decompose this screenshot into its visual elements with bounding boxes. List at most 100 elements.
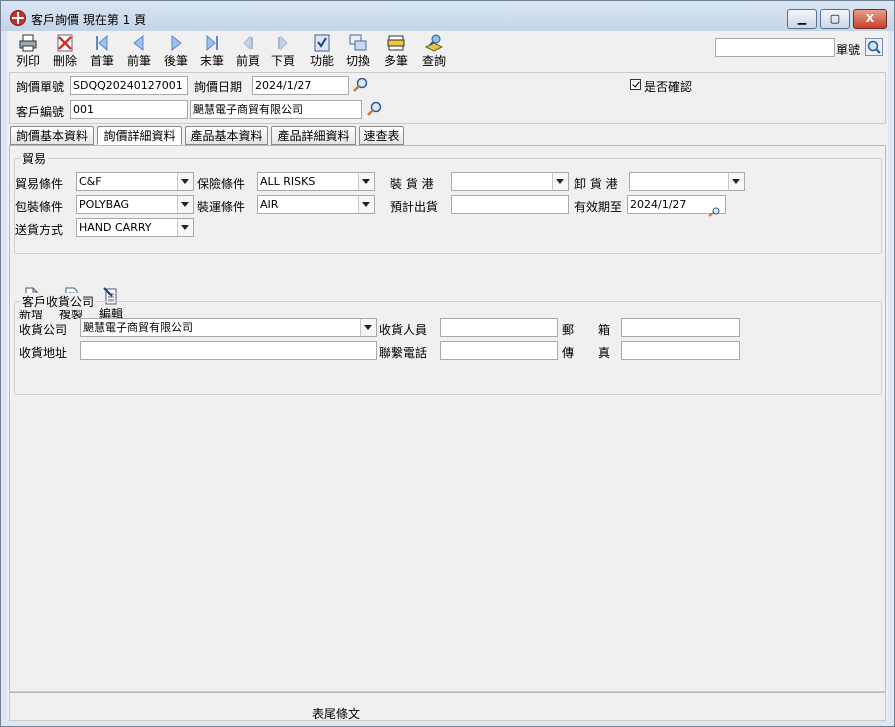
tab-quote-basic[interactable]: 詢價基本資料 [10,126,94,145]
title-bar: 客戶詢價 現在第 1 頁 ▁ ▢ X [1,1,894,31]
quote-date-label: 詢價日期 [194,80,243,94]
chevron-down-icon [177,173,193,190]
mailbox-field[interactable] [621,318,740,337]
insurance-value: ALL RISKS [260,175,316,188]
consignee-address-field[interactable] [80,341,377,360]
query-label: 查詢 [421,54,446,68]
chevron-down-icon [177,219,193,236]
print-button[interactable]: 列印 [11,33,45,71]
packing-select[interactable]: POLYBAG [76,195,194,214]
tab-quote-detail[interactable]: 詢價詳細資料 [97,126,182,145]
delivery-select[interactable]: HAND CARRY [76,218,194,237]
customer-no-label: 客戶編號 [16,105,65,119]
next-page-button[interactable]: 下頁 [266,33,300,71]
packing-value: POLYBAG [79,198,130,211]
switch-label: 切換 [345,54,370,68]
last-record-icon [206,34,218,52]
customer-lookup-icon[interactable] [366,100,384,118]
prev-record-icon [133,34,144,52]
next-page-icon [278,35,288,51]
next-label: 後筆 [163,54,188,68]
customer-no-field[interactable]: 001 [70,100,188,119]
minimize-button[interactable]: ▁ [787,9,817,29]
toolbar: 列印 刪除 首筆 前筆 後筆 末筆 前頁 下頁 功能 切換 多筆 查詢 單號 [7,31,888,71]
switch-icon [349,34,367,51]
next-page-label: 下頁 [270,54,295,68]
fax-field[interactable] [621,341,740,360]
delete-icon [57,34,73,52]
chevron-down-icon [177,196,193,213]
tab-product-detail[interactable]: 產品詳細資料 [271,126,356,145]
receiver-field[interactable] [440,318,558,337]
query-button[interactable]: 查詢 [417,33,451,71]
function-icon [314,34,330,52]
consignee-group-title: 客戶收貨公司 [20,293,97,310]
order-search-input[interactable] [715,38,835,57]
client-area: 列印 刪除 首筆 前筆 後筆 末筆 前頁 下頁 功能 切換 多筆 查詢 單號 詢… [7,31,888,721]
function-button[interactable]: 功能 [305,33,339,71]
order-search-label: 單號 [836,43,861,57]
multi-record-icon [387,35,405,51]
consignee-company-label: 收貨公司 [19,323,68,337]
tab-content: 貿易 貿易條件 C&F 保險條件 ALL RISKS 裝 貨 港 卸 貨 港 包… [9,145,886,693]
function-label: 功能 [309,54,334,68]
delivery-label: 送貨方式 [15,223,64,237]
last-button[interactable]: 末筆 [195,33,229,71]
valid-until-label: 有效期至 [574,200,623,214]
query-icon [424,34,444,52]
consignee-company-select[interactable]: 颶慧電子商貿有限公司 [80,318,377,337]
switch-button[interactable]: 切換 [341,33,375,71]
consignee-address-label: 收貨地址 [19,346,68,360]
receiver-label: 收貨人員 [379,323,428,337]
tab-quick-lookup[interactable]: 速查表 [359,126,404,145]
delete-button[interactable]: 刪除 [48,33,82,71]
customer-name-field[interactable]: 颶慧電子商貿有限公司 [190,100,362,119]
maximize-button[interactable]: ▢ [820,9,850,29]
window-title: 客戶詢價 現在第 1 頁 [31,13,147,27]
app-window: 客戶詢價 現在第 1 頁 ▁ ▢ X 列印 刪除 首筆 前筆 後筆 末筆 前頁 … [0,0,895,727]
quote-no-label: 詢價單號 [16,80,65,94]
prev-page-label: 前頁 [235,54,260,68]
print-label: 列印 [15,54,40,68]
multi-button[interactable]: 多筆 [379,33,413,71]
date-picker-icon[interactable] [707,207,721,217]
next-button[interactable]: 後筆 [159,33,193,71]
prev-button[interactable]: 前筆 [122,33,156,71]
mailbox-label: 郵 箱 [562,323,611,337]
delete-label: 刪除 [52,54,77,68]
date-lookup-icon[interactable] [352,76,370,94]
unload-port-select[interactable] [629,172,745,191]
first-button[interactable]: 首筆 [85,33,119,71]
load-port-select[interactable] [451,172,569,191]
tab-product-basic[interactable]: 產品基本資料 [185,126,268,145]
prev-page-button[interactable]: 前頁 [231,33,265,71]
chevron-down-icon [358,196,374,213]
quote-date-field[interactable]: 2024/1/27 [252,76,349,95]
printer-icon [19,34,37,52]
close-button[interactable]: X [853,9,887,29]
phone-field[interactable] [440,341,558,360]
est-ship-field[interactable] [451,195,569,214]
last-label: 末筆 [199,54,224,68]
fax-label: 傳 真 [562,346,611,360]
chevron-down-icon [360,319,376,336]
est-ship-label: 預計出貨 [390,200,439,214]
footer-bar: 表尾條文 [9,691,886,721]
prev-label: 前筆 [126,54,151,68]
trade-terms-label: 貿易條件 [15,177,64,191]
load-port-label: 裝 貨 港 [390,177,434,191]
shipping-select[interactable]: AIR [257,195,375,214]
header-panel: 詢價單號 SDQQ20240127001 詢價日期 2024/1/27 是否確認… [9,72,886,124]
trade-group-title: 貿易 [20,150,49,167]
search-icon[interactable] [865,38,883,56]
footer-text: 表尾條文 [312,707,361,721]
next-record-icon [171,34,182,52]
delivery-value: HAND CARRY [79,221,152,234]
insurance-select[interactable]: ALL RISKS [257,172,375,191]
quote-no-field[interactable]: SDQQ20240127001 [70,76,188,95]
confirmed-checkbox[interactable] [630,79,641,90]
app-icon [10,10,26,26]
insurance-label: 保險條件 [197,177,246,191]
chevron-down-icon [728,173,744,190]
trade-terms-select[interactable]: C&F [76,172,194,191]
